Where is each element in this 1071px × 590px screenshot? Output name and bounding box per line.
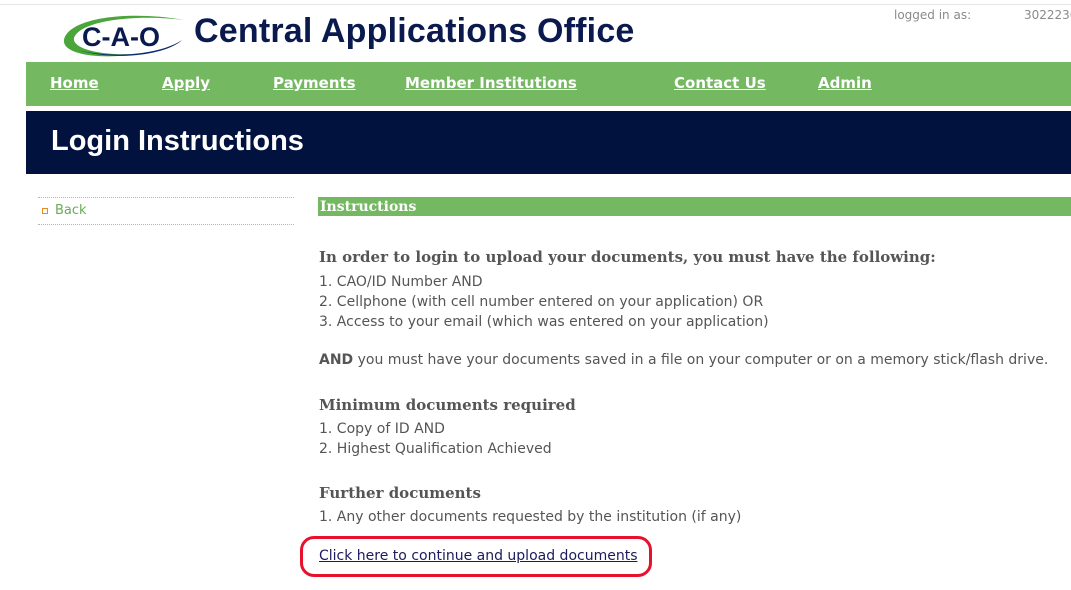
highlight-annotation xyxy=(300,536,652,577)
sidebar: Back xyxy=(38,197,294,225)
nav-payments[interactable]: Payments xyxy=(273,74,356,92)
list-item: 3. Access to your email (which was enter… xyxy=(319,314,769,330)
minimum-heading: Minimum documents required xyxy=(319,396,576,414)
section-title: Instructions xyxy=(320,199,417,215)
list-item: 1. CAO/ID Number AND xyxy=(319,274,483,290)
site-title: Central Applications Office xyxy=(194,12,635,50)
list-item: 1. Any other documents requested by the … xyxy=(319,509,742,525)
nav-admin[interactable]: Admin xyxy=(818,74,872,92)
logged-in-user-id: 3022236 xyxy=(1024,8,1071,22)
list-item: 2. Highest Qualification Achieved xyxy=(319,441,552,457)
logged-in-label: logged in as: xyxy=(894,8,972,22)
list-item: 1. Copy of ID AND xyxy=(319,421,445,437)
further-heading: Further documents xyxy=(319,484,481,502)
back-link[interactable]: Back xyxy=(55,203,87,218)
main-nav: Home Apply Payments Member Institutions … xyxy=(26,62,1071,106)
bullet-icon xyxy=(42,208,48,214)
list-item: 2. Cellphone (with cell number entered o… xyxy=(319,294,764,310)
nav-apply[interactable]: Apply xyxy=(162,74,210,92)
cao-logo[interactable]: C-A-O xyxy=(58,10,188,60)
further-list: 1. Any other documents requested by the … xyxy=(319,507,1069,527)
documents-note-text: you must have your documents saved in a … xyxy=(353,352,1049,368)
logo-text: C-A-O xyxy=(82,22,160,52)
requirements-heading: In order to login to upload your documen… xyxy=(319,248,936,266)
and-emphasis: AND xyxy=(319,352,354,368)
requirements-list: 1. CAO/ID Number AND 2. Cellphone (with … xyxy=(319,272,1069,332)
page-title: Login Instructions xyxy=(51,125,304,157)
nav-home[interactable]: Home xyxy=(50,74,99,92)
instructions-section-header: Instructions xyxy=(318,197,1071,216)
nav-member-institutions[interactable]: Member Institutions xyxy=(405,74,577,92)
documents-note: AND you must have your documents saved i… xyxy=(319,352,1069,368)
minimum-list: 1. Copy of ID AND 2. Highest Qualificati… xyxy=(319,419,1069,459)
page-banner: Login Instructions xyxy=(26,111,1071,174)
site-header: C-A-O Central Applications Office logged… xyxy=(0,0,1071,62)
nav-contact-us[interactable]: Contact Us xyxy=(674,74,766,92)
